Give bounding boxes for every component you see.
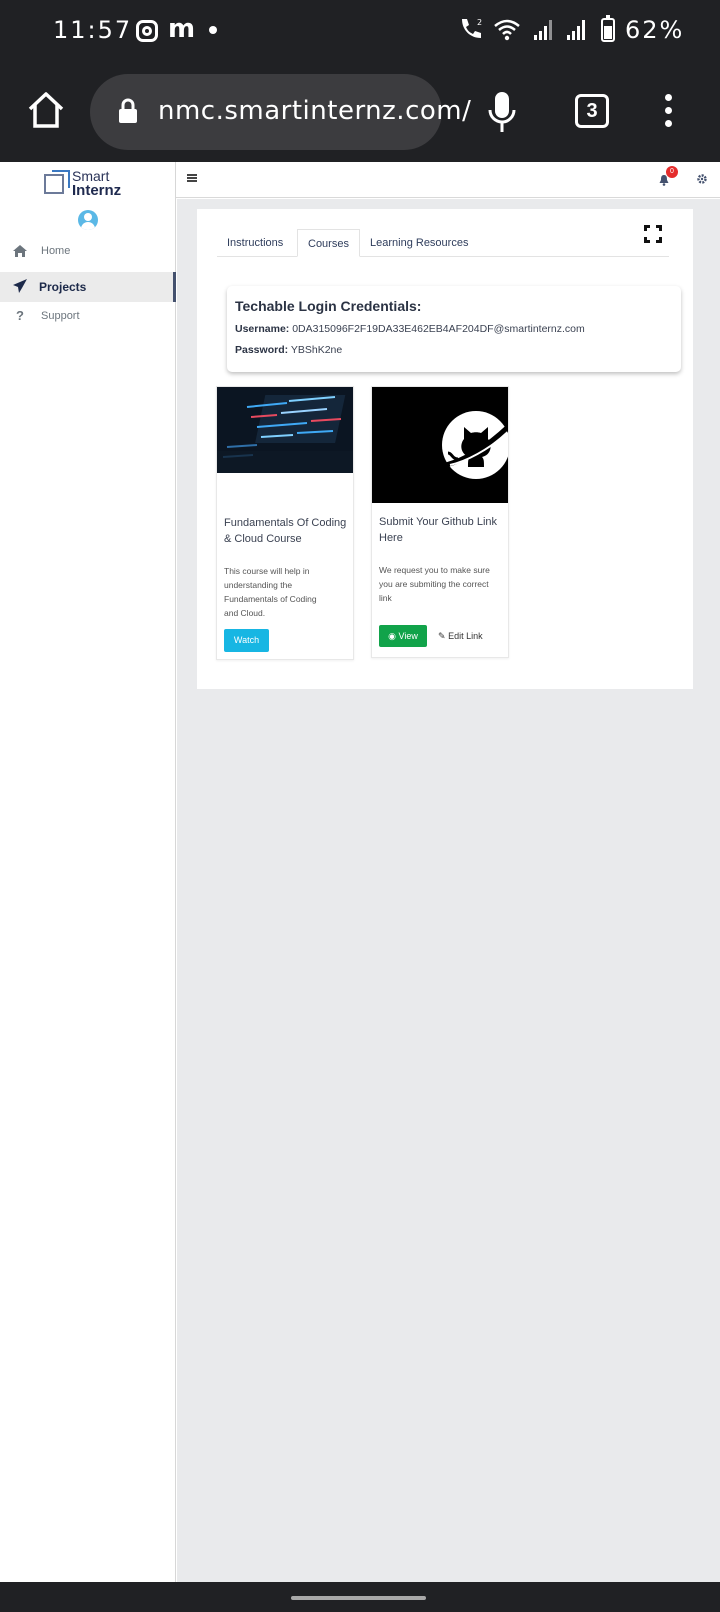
url-text[interactable]: nmc.smartinternz.com/: [158, 96, 471, 126]
course-title[interactable]: Fundamentals Of Coding & Cloud Course: [224, 515, 350, 547]
tab-switcher-button[interactable]: 3: [575, 94, 609, 128]
signal-icon: [534, 20, 556, 40]
logo-text-line2: Internz: [72, 182, 122, 199]
watch-button[interactable]: Watch: [224, 629, 269, 652]
fullscreen-icon[interactable]: [644, 225, 662, 243]
password-label: Password:: [235, 344, 289, 356]
home-icon[interactable]: [26, 90, 66, 130]
password-value: YBShK2ne: [290, 344, 343, 356]
notification-m-icon: m: [168, 14, 196, 44]
web-page: Smart Internz Home Projects ? Support 0: [0, 162, 720, 1582]
battery-percent: 62%: [625, 16, 685, 44]
browser-toolbar: nmc.smartinternz.com/ 3: [0, 62, 720, 162]
gesture-handle[interactable]: [291, 1596, 426, 1600]
edit-link-label: Edit Link: [448, 631, 483, 641]
main-content: Instructions Courses Learning Resources …: [177, 199, 720, 1582]
paper-plane-icon: [13, 279, 27, 293]
github-icon: ◉: [388, 631, 396, 641]
logo[interactable]: Smart Internz: [44, 168, 134, 199]
hamburger-menu-icon[interactable]: [187, 174, 197, 182]
course-description: We request you to make sure you are subm…: [379, 565, 490, 603]
lock-icon: [119, 98, 137, 123]
tab-instructions[interactable]: Instructions: [217, 229, 293, 257]
course-description: This course will help in understanding t…: [224, 566, 317, 618]
address-bar[interactable]: nmc.smartinternz.com/: [90, 74, 471, 150]
clock: 11:57: [53, 16, 133, 44]
wifi-icon: [494, 19, 520, 41]
battery-icon: [601, 15, 615, 42]
edit-link-button[interactable]: ✎ Edit Link: [438, 625, 483, 647]
sidebar-item-label: Support: [41, 310, 80, 322]
notification-badge: 0: [666, 166, 678, 178]
credentials-box: Techable Login Credentials: Username: 0D…: [227, 286, 681, 372]
course-title[interactable]: Submit Your Github Link Here: [379, 514, 505, 546]
gear-icon[interactable]: [696, 173, 708, 185]
password-row: Password: YBShK2ne: [235, 344, 342, 356]
top-navbar: 0: [176, 162, 720, 198]
credentials-title: Techable Login Credentials:: [235, 298, 422, 314]
instagram-icon: [136, 20, 158, 42]
svg-text:2: 2: [477, 18, 482, 27]
tab-courses[interactable]: Courses: [297, 229, 360, 257]
question-icon: ?: [16, 308, 24, 323]
tab-learning-resources[interactable]: Learning Resources: [360, 229, 478, 257]
sidebar-item-projects[interactable]: Projects: [0, 272, 176, 302]
view-button[interactable]: ◉ View: [379, 625, 427, 647]
sidebar-item-home[interactable]: Home: [0, 237, 176, 267]
signal-icon: [567, 20, 589, 40]
dot-icon: [209, 26, 217, 34]
pencil-icon: ✎: [438, 631, 446, 641]
wifi-call-icon: 2: [462, 18, 482, 38]
username-value: 0DA315096F2F19DA33E462EB4AF204DF@smartin…: [292, 323, 585, 335]
microphone-icon[interactable]: [487, 90, 517, 134]
course-card: Fundamentals Of Coding & Cloud Course Th…: [216, 386, 354, 660]
username-label: Username:: [235, 323, 290, 335]
user-avatar[interactable]: [78, 210, 98, 230]
logo-mark-icon: [44, 170, 70, 194]
github-thumbnail[interactable]: [372, 387, 508, 503]
system-navigation-bar: [0, 1582, 720, 1612]
more-menu-icon[interactable]: [662, 94, 674, 130]
sidebar: Smart Internz Home Projects ? Support: [0, 162, 176, 1582]
status-bar: 11:57 m 2 62%: [0, 0, 720, 62]
sidebar-item-label: Home: [41, 245, 71, 257]
course-card: Submit Your Github Link Here We request …: [371, 386, 509, 658]
username-row: Username: 0DA315096F2F19DA33E462EB4AF204…: [235, 323, 585, 335]
sidebar-item-label: Projects: [39, 280, 87, 294]
project-card: Instructions Courses Learning Resources …: [197, 209, 693, 689]
home-icon: [13, 245, 27, 257]
view-button-label: View: [398, 631, 418, 641]
tab-bar: Instructions Courses Learning Resources: [217, 229, 669, 257]
sidebar-item-support[interactable]: ? Support: [0, 302, 176, 332]
course-thumbnail[interactable]: [217, 387, 353, 473]
